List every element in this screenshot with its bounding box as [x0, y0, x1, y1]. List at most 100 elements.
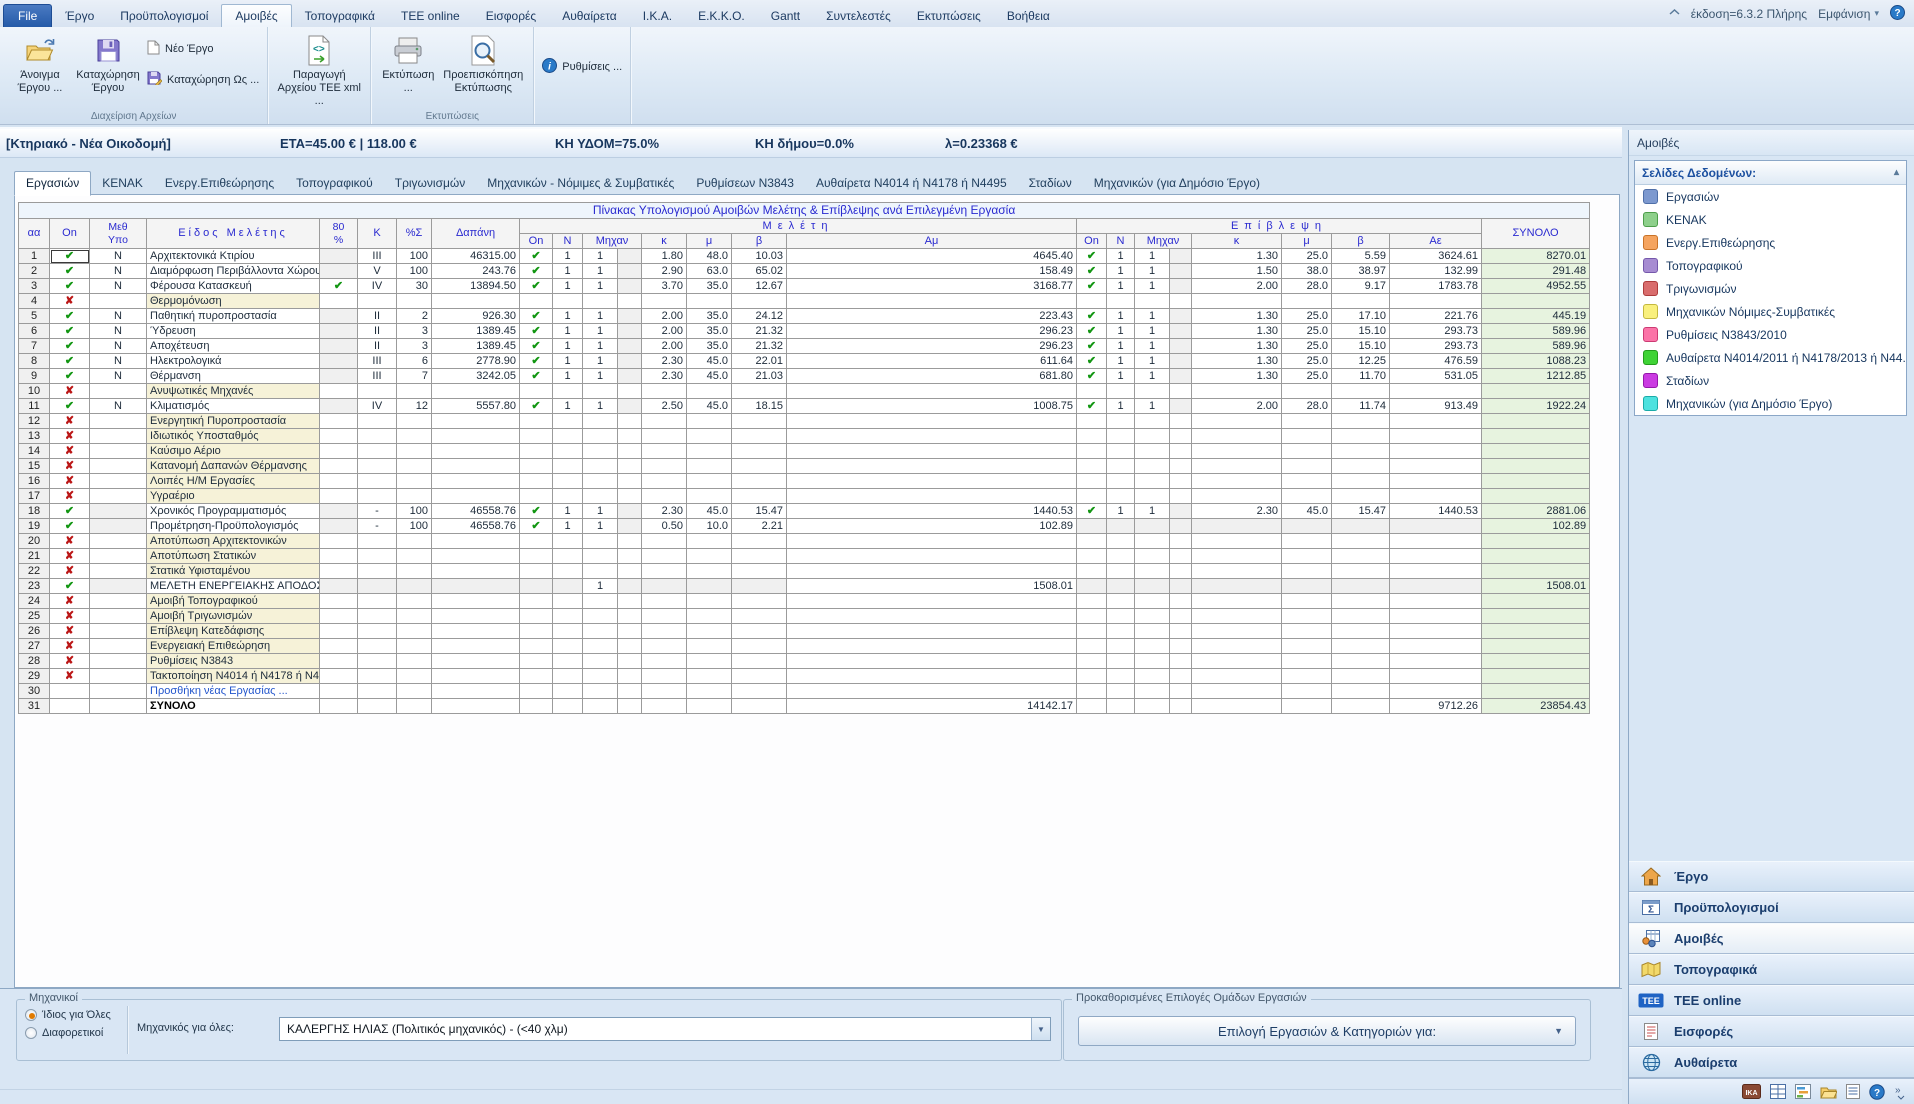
- cell-name[interactable]: Ιδιωτικός Υποσταθμός: [147, 429, 320, 444]
- cell-e_ae[interactable]: [1390, 564, 1482, 579]
- cell-dap[interactable]: 926.30: [432, 309, 520, 324]
- data-page-item-5[interactable]: Μηχανικών Νόμιμες-Συμβατικές: [1635, 300, 1906, 323]
- cell-m_k[interactable]: [642, 669, 687, 684]
- cell-m_am[interactable]: 223.43: [787, 309, 1077, 324]
- cell-m_n[interactable]: 1: [553, 324, 583, 339]
- cell-m_am[interactable]: [787, 639, 1077, 654]
- cell-p80[interactable]: [320, 624, 358, 639]
- cell-tot[interactable]: 23854.43: [1482, 699, 1590, 714]
- cell-k[interactable]: -: [358, 504, 397, 519]
- cell-m_am[interactable]: 296.23: [787, 324, 1077, 339]
- cell-e_ae[interactable]: [1390, 594, 1482, 609]
- radio-different-icon[interactable]: [25, 1027, 37, 1039]
- cell-dap[interactable]: 243.76: [432, 264, 520, 279]
- cell-k[interactable]: II: [358, 309, 397, 324]
- cell-k[interactable]: [358, 564, 397, 579]
- cell-e_on[interactable]: [1077, 474, 1107, 489]
- nav-globe[interactable]: Αυθαίρετα: [1629, 1047, 1914, 1078]
- cell-m_k[interactable]: 3.70: [642, 279, 687, 294]
- cell-name[interactable]: Κατανομή Δαπανών Θέρμανσης: [147, 459, 320, 474]
- cell-p80[interactable]: [320, 339, 358, 354]
- data-page-item-0[interactable]: Εργασιών: [1635, 185, 1906, 208]
- cell-m_b[interactable]: [732, 639, 787, 654]
- cell-tot[interactable]: 589.96: [1482, 339, 1590, 354]
- cell-name[interactable]: Ενεργητική Πυροπροστασία: [147, 414, 320, 429]
- cell-m_am[interactable]: [787, 444, 1077, 459]
- cell-tot[interactable]: [1482, 609, 1590, 624]
- cell-e_b[interactable]: 15.10: [1332, 324, 1390, 339]
- cell-e_on[interactable]: [1077, 699, 1107, 714]
- cell-m_mu[interactable]: [687, 564, 732, 579]
- cell-e_mu[interactable]: 25.0: [1282, 324, 1332, 339]
- cell-k[interactable]: II: [358, 324, 397, 339]
- cell-m_n[interactable]: [553, 384, 583, 399]
- cell-meth[interactable]: [90, 699, 147, 714]
- cell-e_n[interactable]: [1107, 294, 1135, 309]
- cell-e_on[interactable]: ✔: [1077, 354, 1107, 369]
- cell-dap[interactable]: [432, 429, 520, 444]
- cell-m_k[interactable]: 0.50: [642, 519, 687, 534]
- cell-m_k[interactable]: [642, 654, 687, 669]
- cell-e_on[interactable]: [1077, 519, 1107, 534]
- cell-k[interactable]: [358, 654, 397, 669]
- cell-on[interactable]: ✔: [50, 369, 90, 384]
- cell-p80[interactable]: [320, 504, 358, 519]
- cell-m_on[interactable]: [520, 639, 553, 654]
- footer-folder-icon[interactable]: [1820, 1085, 1837, 1099]
- cell-m_n[interactable]: [553, 669, 583, 684]
- cell-e_mix[interactable]: 1: [1135, 264, 1170, 279]
- cell-e_ae[interactable]: 1440.53: [1390, 504, 1482, 519]
- page-tab-5[interactable]: Μηχανικών - Νόμιμες & Συμβατικές: [476, 172, 685, 195]
- cell-m_am[interactable]: [787, 669, 1077, 684]
- cell-e_k[interactable]: [1192, 444, 1282, 459]
- cell-m_mu[interactable]: [687, 534, 732, 549]
- cell-name[interactable]: Τακτοποίηση N4014 ή N4178 ή N4495: [147, 669, 320, 684]
- cell-m_on[interactable]: [520, 534, 553, 549]
- cell-k[interactable]: [358, 669, 397, 684]
- cell-m_mu[interactable]: [687, 639, 732, 654]
- cell-k[interactable]: [358, 609, 397, 624]
- cell-e_b[interactable]: [1332, 609, 1390, 624]
- cell-name[interactable]: Αμοιβή Τριγωνισμών: [147, 609, 320, 624]
- cell-e_k[interactable]: [1192, 519, 1282, 534]
- cell-dap[interactable]: 5557.80: [432, 399, 520, 414]
- cell-e_mu[interactable]: [1282, 459, 1332, 474]
- cell-e_n[interactable]: [1107, 519, 1135, 534]
- cell-m_n[interactable]: [553, 414, 583, 429]
- cell-e_ae[interactable]: [1390, 459, 1482, 474]
- cell-m_mix[interactable]: [583, 609, 618, 624]
- cell-p80[interactable]: [320, 369, 358, 384]
- nav-home[interactable]: Έργο: [1629, 861, 1914, 892]
- cell-m_mix[interactable]: [583, 549, 618, 564]
- data-page-item-6[interactable]: Ρυθμίσεις N3843/2010: [1635, 323, 1906, 346]
- cell-dap[interactable]: [432, 549, 520, 564]
- cell-ps[interactable]: 12: [397, 399, 432, 414]
- cell-e_on[interactable]: [1077, 444, 1107, 459]
- cell-m_n[interactable]: [553, 459, 583, 474]
- select-works-dropdown-button[interactable]: Επιλογή Εργασιών & Κατηγοριών για: ▼: [1078, 1016, 1576, 1046]
- cell-m_on[interactable]: ✔: [520, 339, 553, 354]
- cell-m_am[interactable]: [787, 549, 1077, 564]
- data-page-item-7[interactable]: Αυθαίρετα N4014/2011 ή N4178/2013 ή N44.…: [1635, 346, 1906, 369]
- cell-ps[interactable]: 3: [397, 339, 432, 354]
- col-header-ps[interactable]: %Σ: [397, 219, 432, 249]
- cell-e_k[interactable]: 2.00: [1192, 279, 1282, 294]
- cell-m_am[interactable]: [787, 684, 1077, 699]
- cell-p80[interactable]: [320, 459, 358, 474]
- cell-m_b[interactable]: [732, 669, 787, 684]
- cell-m_on[interactable]: [520, 609, 553, 624]
- cell-m_on[interactable]: ✔: [520, 249, 553, 264]
- cell-meth[interactable]: N: [90, 369, 147, 384]
- cell-m_k[interactable]: 2.00: [642, 309, 687, 324]
- cell-name[interactable]: Ύδρευση: [147, 324, 320, 339]
- cell-e_k[interactable]: 1.30: [1192, 324, 1282, 339]
- cell-m_mix[interactable]: 1: [583, 504, 618, 519]
- page-tab-0[interactable]: Εργασιών: [14, 171, 91, 196]
- cell-e_mu[interactable]: [1282, 429, 1332, 444]
- cell-m_k[interactable]: [642, 684, 687, 699]
- cell-m_mu[interactable]: [687, 549, 732, 564]
- cell-dap[interactable]: [432, 564, 520, 579]
- cell-e_ae[interactable]: 531.05: [1390, 369, 1482, 384]
- cell-e_mix[interactable]: [1135, 519, 1170, 534]
- cell-m_mu[interactable]: 35.0: [687, 309, 732, 324]
